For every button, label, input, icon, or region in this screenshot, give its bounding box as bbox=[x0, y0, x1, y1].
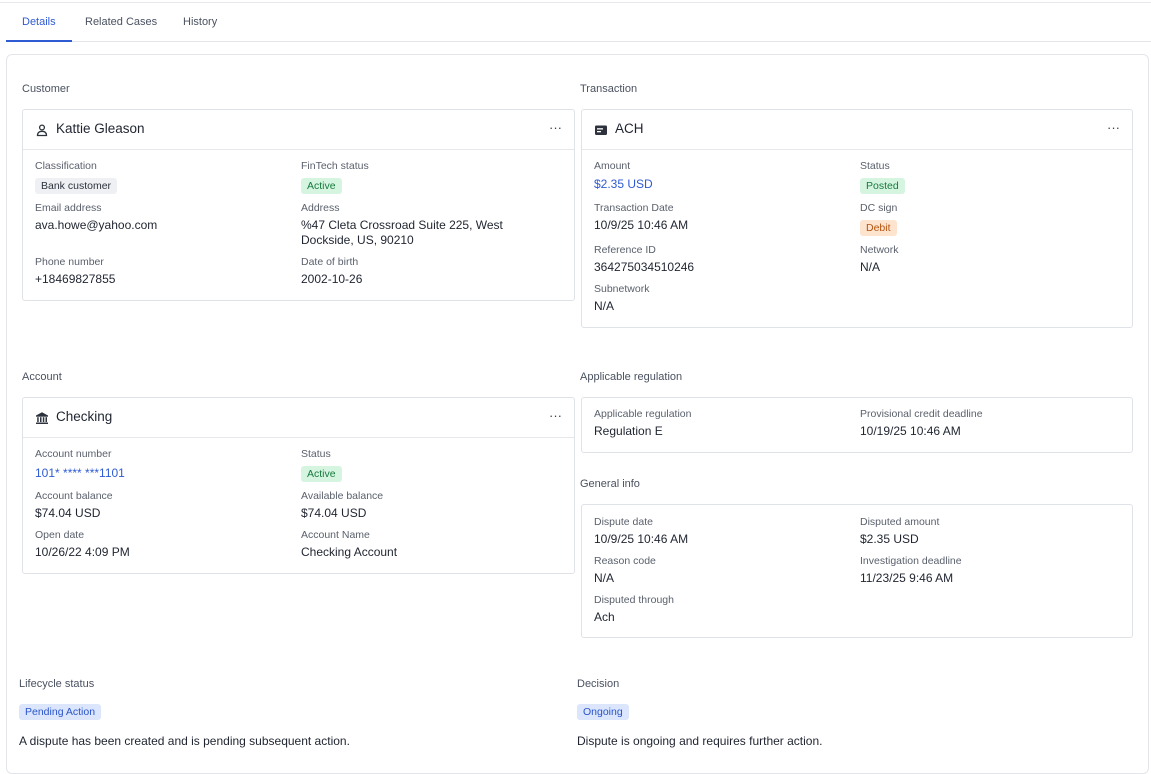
investigation-deadline-label: Investigation deadline bbox=[860, 555, 962, 567]
lifecycle-status-badge: Pending Action bbox=[19, 704, 102, 720]
account-name-value: Checking Account bbox=[301, 545, 398, 559]
reference-label: Reference ID bbox=[594, 244, 656, 256]
account-section-label: Account bbox=[22, 371, 62, 383]
account-card: Checking ··· Account number 101* **** **… bbox=[22, 397, 575, 574]
reason-code-value: N/A bbox=[594, 571, 615, 585]
amount-link[interactable]: $2.35 USD bbox=[594, 177, 653, 192]
account-status-badge: Active bbox=[301, 466, 342, 482]
email-value: ava.howe@yahoo.com bbox=[35, 218, 158, 232]
disputed-through-value: Ach bbox=[594, 610, 615, 624]
address-value: %47 Cleta Crossroad Suite 225, West Dock… bbox=[301, 218, 503, 247]
phone-label: Phone number bbox=[35, 256, 104, 268]
dob-value: 2002-10-26 bbox=[301, 272, 363, 286]
transaction-status-label: Status bbox=[860, 160, 890, 172]
classification-label: Classification bbox=[35, 160, 97, 172]
account-balance-label: Account balance bbox=[35, 490, 113, 502]
person-icon bbox=[36, 124, 48, 137]
disputed-amount-label: Disputed amount bbox=[860, 516, 940, 528]
account-number-label: Account number bbox=[35, 448, 112, 460]
lifecycle-description: A dispute has been created and is pendin… bbox=[19, 734, 350, 748]
dispute-date-value: 10/9/25 10:46 AM bbox=[594, 532, 689, 546]
available-balance-label: Available balance bbox=[301, 490, 384, 502]
transaction-date-label: Transaction Date bbox=[594, 202, 674, 214]
account-status-label: Status bbox=[301, 448, 331, 460]
account-name-label: Account Name bbox=[301, 529, 370, 541]
regulation-card: Applicable regulation Regulation E Provi… bbox=[581, 397, 1133, 453]
available-balance-value: $74.04 USD bbox=[301, 506, 367, 520]
amount-label: Amount bbox=[594, 160, 631, 172]
decision-description: Dispute is ongoing and requires further … bbox=[577, 734, 823, 748]
transaction-section-label: Transaction bbox=[580, 83, 638, 95]
customer-card: Kattie Gleason ··· Classification Bank c… bbox=[22, 109, 575, 301]
applicable-regulation-label: Applicable regulation bbox=[594, 408, 692, 420]
dc-sign-badge: Debit bbox=[860, 220, 897, 236]
open-date-value: 10/26/22 4:09 PM bbox=[35, 545, 130, 559]
provisional-credit-deadline-label: Provisional credit deadline bbox=[860, 408, 983, 420]
account-title: Checking bbox=[56, 409, 113, 424]
dob-label: Date of birth bbox=[301, 256, 359, 268]
investigation-deadline-value: 11/23/25 9:46 AM bbox=[860, 571, 954, 585]
email-label: Email address bbox=[35, 202, 102, 214]
lifecycle-section-label: Lifecycle status bbox=[19, 678, 95, 690]
bank-icon bbox=[36, 412, 48, 424]
dispute-date-label: Dispute date bbox=[594, 516, 653, 528]
reference-value: 364275034510246 bbox=[594, 260, 695, 274]
account-card-header: Checking ··· bbox=[23, 398, 574, 438]
tab-bar: Details Related Cases History bbox=[6, 3, 1151, 42]
disputed-through-label: Disputed through bbox=[594, 594, 674, 606]
transaction-title: ACH bbox=[615, 121, 644, 136]
transaction-more-button[interactable]: ··· bbox=[1107, 120, 1120, 135]
tab-history[interactable]: History bbox=[167, 3, 233, 42]
address-label: Address bbox=[301, 202, 340, 214]
fintech-status-badge: Active bbox=[301, 178, 342, 194]
tab-details[interactable]: Details bbox=[6, 3, 72, 42]
applicable-regulation-value: Regulation E bbox=[594, 424, 663, 438]
fintech-status-label: FinTech status bbox=[301, 160, 369, 172]
transaction-card-header: ACH ··· bbox=[582, 110, 1132, 150]
reason-code-label: Reason code bbox=[594, 555, 656, 567]
general-info-section-label: General info bbox=[580, 478, 640, 490]
general-info-card: Dispute date 10/9/25 10:46 AM Disputed a… bbox=[581, 504, 1133, 638]
disputed-amount-value: $2.35 USD bbox=[860, 532, 919, 546]
transaction-card: ACH ··· Amount $2.35 USD Status Posted T… bbox=[581, 109, 1133, 328]
classification-badge: Bank customer bbox=[35, 178, 118, 194]
account-more-button[interactable]: ··· bbox=[549, 408, 562, 423]
decision-section-label: Decision bbox=[577, 678, 620, 690]
dc-sign-label: DC sign bbox=[860, 202, 898, 214]
subnetwork-label: Subnetwork bbox=[594, 283, 650, 295]
customer-name: Kattie Gleason bbox=[56, 121, 145, 136]
customer-section-label: Customer bbox=[22, 83, 70, 95]
decision-badge: Ongoing bbox=[577, 704, 629, 720]
account-number-link[interactable]: 101* **** ***1101 bbox=[35, 466, 125, 481]
open-date-label: Open date bbox=[35, 529, 85, 541]
subnetwork-value: N/A bbox=[594, 299, 615, 313]
phone-value: +18469827855 bbox=[35, 272, 116, 286]
regulation-section-label: Applicable regulation bbox=[580, 371, 683, 383]
customer-more-button[interactable]: ··· bbox=[549, 120, 562, 135]
account-balance-value: $74.04 USD bbox=[35, 506, 101, 520]
network-value: N/A bbox=[860, 260, 881, 274]
customer-card-header: Kattie Gleason ··· bbox=[23, 110, 574, 150]
tab-related-cases[interactable]: Related Cases bbox=[69, 3, 173, 42]
provisional-credit-deadline-value: 10/19/25 10:46 AM bbox=[860, 424, 961, 438]
transaction-status-badge: Posted bbox=[860, 178, 905, 194]
network-label: Network bbox=[860, 244, 899, 256]
receipt-icon bbox=[595, 125, 607, 135]
transaction-date-value: 10/9/25 10:46 AM bbox=[594, 218, 689, 232]
